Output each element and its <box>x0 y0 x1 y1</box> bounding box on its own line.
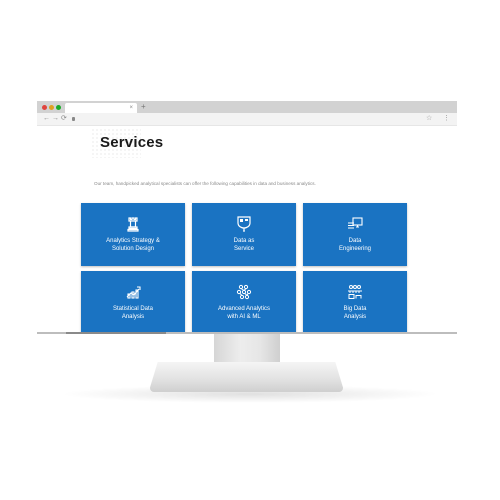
chess-rook-icon <box>127 217 139 232</box>
close-window-button[interactable] <box>42 105 47 110</box>
service-card-analytics-strategy[interactable]: Analytics Strategy & Solution Design <box>81 203 185 266</box>
browser-toolbar: ← → ⟳ ☆ ⋮ <box>37 113 457 126</box>
page-subtitle: Our team, handpicked analytical speciali… <box>94 181 316 186</box>
server-monitor-icon <box>348 217 363 229</box>
service-card-big-data[interactable]: Big Data Analysis <box>303 271 407 334</box>
service-label: Data as Service <box>233 238 255 252</box>
neural-network-icon <box>236 284 252 300</box>
services-grid: Analytics Strategy & Solution Design Dat… <box>81 203 409 334</box>
service-label: Analytics Strategy & Solution Design <box>106 238 160 252</box>
bookmark-star-icon[interactable]: ☆ <box>426 114 432 124</box>
forward-arrow-icon[interactable]: → <box>52 114 59 124</box>
maximize-window-button[interactable] <box>56 105 61 110</box>
browser-tab-bar: × + <box>37 101 457 113</box>
address-bar[interactable] <box>79 114 424 124</box>
statistics-chart-icon <box>126 286 141 299</box>
browser-tab[interactable]: × <box>65 103 137 113</box>
lock-icon <box>72 117 75 121</box>
minimize-window-button[interactable] <box>49 105 54 110</box>
service-card-data-engineering[interactable]: Data Engineering <box>303 203 407 266</box>
service-card-advanced-analytics[interactable]: Advanced Analytics with AI & ML <box>192 271 296 334</box>
reload-icon[interactable]: ⟳ <box>61 114 67 124</box>
service-label: Statistical Data Analysis <box>112 306 154 320</box>
big-data-icon <box>348 285 362 299</box>
monitor-bezel-shade <box>66 332 166 334</box>
page-title: Services <box>100 134 164 151</box>
monitor-screen: × + ← → ⟳ ☆ ⋮ Services Our team, handpic… <box>37 101 457 334</box>
back-arrow-icon[interactable]: ← <box>43 114 50 124</box>
service-card-statistical-analysis[interactable]: Statistical Data Analysis <box>81 271 185 334</box>
monitor-neck <box>214 334 280 366</box>
new-tab-button[interactable]: + <box>141 102 146 112</box>
monitor-base <box>150 362 343 392</box>
browser-menu-icon[interactable]: ⋮ <box>443 114 450 124</box>
service-label: Advanced Analytics with AI & ML <box>217 306 271 320</box>
service-label: Big Data Analysis <box>343 306 367 320</box>
service-label: Data Engineering <box>338 238 372 252</box>
data-service-icon <box>237 216 251 232</box>
tab-close-icon[interactable]: × <box>129 103 133 113</box>
service-card-data-as-service[interactable]: Data as Service <box>192 203 296 266</box>
